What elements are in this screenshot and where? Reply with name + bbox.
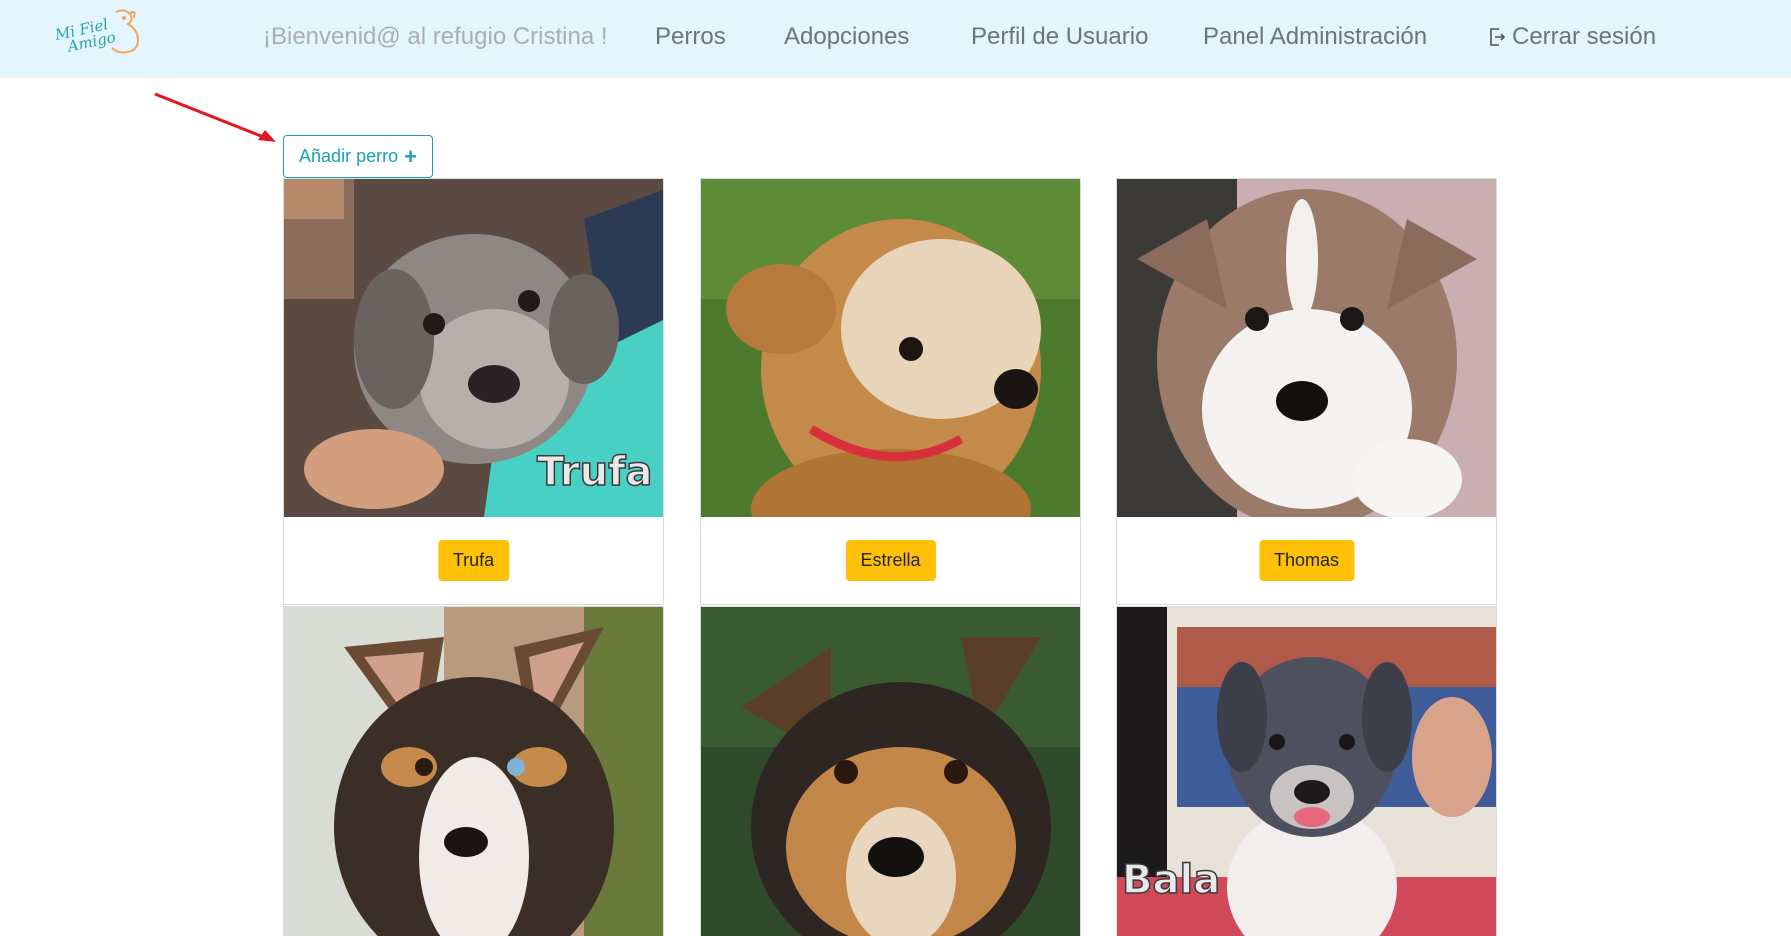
dog-card: Thomas <box>1116 178 1497 605</box>
dog-photo: Trufa <box>284 179 663 517</box>
dog-photo <box>1117 179 1496 517</box>
nav-link-panel-administracion[interactable]: Panel Administración <box>1203 22 1427 52</box>
dog-name-button[interactable]: Thomas <box>1258 540 1355 581</box>
red-arrow-annotation <box>154 92 276 142</box>
plus-icon: + <box>404 143 417 169</box>
nav-link-perros[interactable]: Perros <box>655 22 726 52</box>
logo[interactable]: Mi Fiel Amigo <box>53 4 146 66</box>
dog-card: Bala <box>1116 606 1497 936</box>
dog-card <box>700 606 1081 936</box>
dog-photo: Bala <box>1117 607 1496 936</box>
dog-card: Estrella <box>700 178 1081 605</box>
add-dog-label: Añadir perro <box>299 146 399 166</box>
dog-photo <box>701 179 1080 517</box>
logout-icon <box>1490 28 1505 46</box>
nav-link-perfil[interactable]: Perfil de Usuario <box>971 22 1148 52</box>
dog-photo <box>701 607 1080 936</box>
logout-link[interactable]: Cerrar sesión <box>1489 22 1656 52</box>
add-dog-button[interactable]: Añadir perro + <box>283 135 433 178</box>
nav-link-adopciones[interactable]: Adopciones <box>784 22 909 52</box>
dog-name-button[interactable]: Estrella <box>845 540 936 581</box>
navbar: Mi Fiel Amigo ¡Bienvenid@ al refugio Cri… <box>0 0 1791 78</box>
dog-card <box>283 606 664 936</box>
logout-label: Cerrar sesión <box>1512 23 1657 50</box>
photo-caption: Trufa <box>536 448 653 496</box>
welcome-message: ¡Bienvenid@ al refugio Cristina ! <box>263 23 608 50</box>
photo-caption: Bala <box>1121 856 1221 904</box>
dog-name-button[interactable]: Trufa <box>437 540 510 581</box>
dog-photo <box>284 607 663 936</box>
dog-card: Trufa Trufa <box>283 178 664 605</box>
